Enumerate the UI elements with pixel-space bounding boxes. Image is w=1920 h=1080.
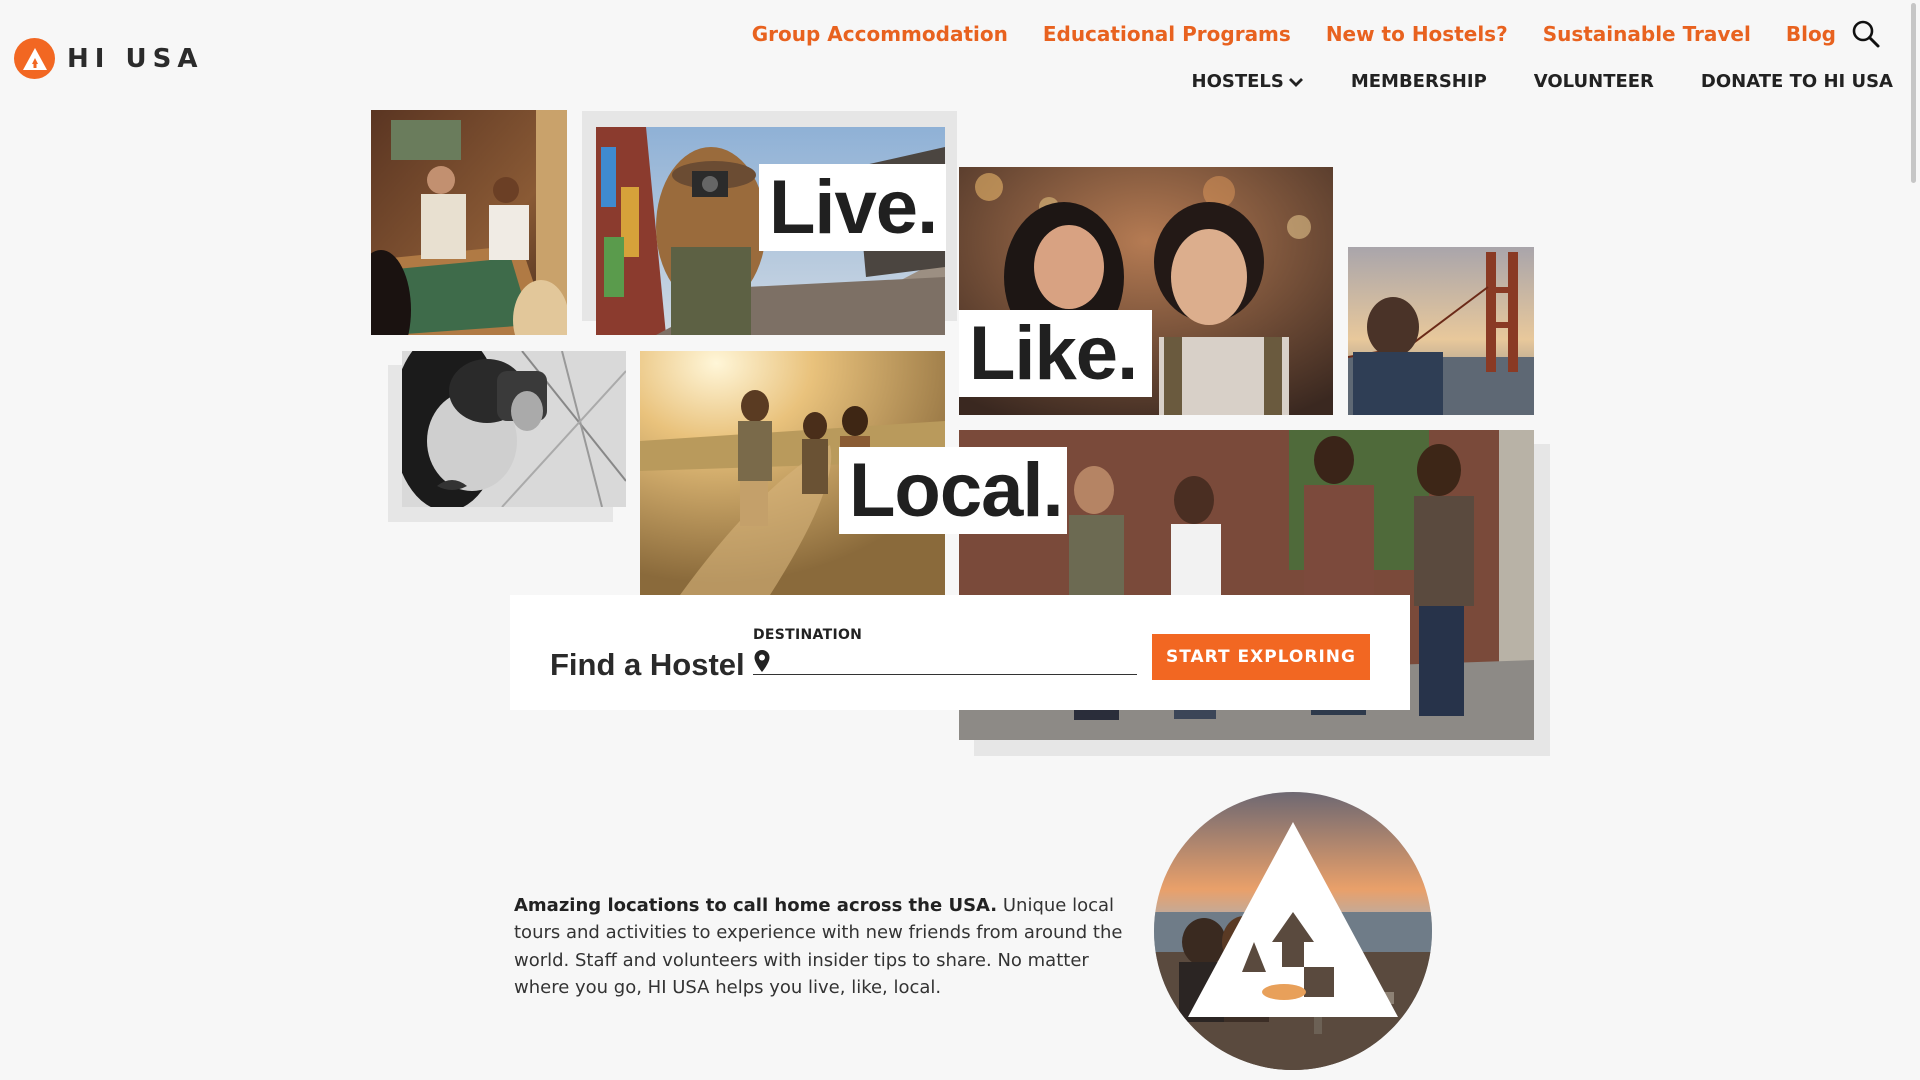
nav-group-accommodation[interactable]: Group Accommodation xyxy=(752,22,1008,46)
photo-golden-gate xyxy=(1348,247,1534,415)
photo-viewfinder xyxy=(402,351,626,507)
nav-hostels-label: HOSTELS xyxy=(1191,71,1284,92)
main-navigation: HOSTELS MEMBERSHIP VOLUNTEER DONATE TO H… xyxy=(1192,71,1894,92)
hero-word-local: Local. xyxy=(839,447,1067,534)
scrollbar-thumb[interactable] xyxy=(1911,3,1916,183)
brand-name: HI USA xyxy=(67,43,204,74)
destination-input[interactable] xyxy=(779,648,1133,674)
search-icon[interactable] xyxy=(1850,18,1882,50)
intro-lead: Amazing locations to call home across th… xyxy=(514,895,998,916)
nav-volunteer[interactable]: VOLUNTEER xyxy=(1534,71,1654,92)
start-exploring-button[interactable]: START EXPLORING xyxy=(1152,634,1370,680)
destination-label: DESTINATION xyxy=(753,627,863,643)
nav-donate[interactable]: DONATE TO HI USA xyxy=(1701,71,1893,92)
hi-usa-logo-icon xyxy=(14,38,55,79)
nav-sustainable-travel[interactable]: Sustainable Travel xyxy=(1543,22,1751,46)
nav-hostels[interactable]: HOSTELS xyxy=(1192,71,1304,92)
nav-new-to-hostels[interactable]: New to Hostels? xyxy=(1326,22,1508,46)
nav-membership[interactable]: MEMBERSHIP xyxy=(1351,71,1487,92)
find-hostel-title: Find a Hostel xyxy=(550,647,745,682)
find-hostel-panel: Find a Hostel DESTINATION START EXPLORIN… xyxy=(510,595,1410,710)
scrollbar[interactable] xyxy=(1904,0,1920,1080)
nav-blog[interactable]: Blog xyxy=(1786,22,1836,46)
hi-usa-logo[interactable]: HI USA xyxy=(14,38,203,79)
chevron-down-icon xyxy=(1288,77,1303,87)
intro-paragraph: Amazing locations to call home across th… xyxy=(514,892,1124,1001)
hero-word-like: Like. xyxy=(959,310,1152,397)
destination-field xyxy=(753,648,1137,675)
hero-word-live: Live. xyxy=(759,164,946,251)
campfire-logo-image xyxy=(1154,792,1432,1070)
map-pin-icon xyxy=(754,650,770,672)
nav-educational-programs[interactable]: Educational Programs xyxy=(1043,22,1291,46)
top-navigation: Group Accommodation Educational Programs… xyxy=(752,22,1836,46)
photo-foosball xyxy=(371,110,567,335)
